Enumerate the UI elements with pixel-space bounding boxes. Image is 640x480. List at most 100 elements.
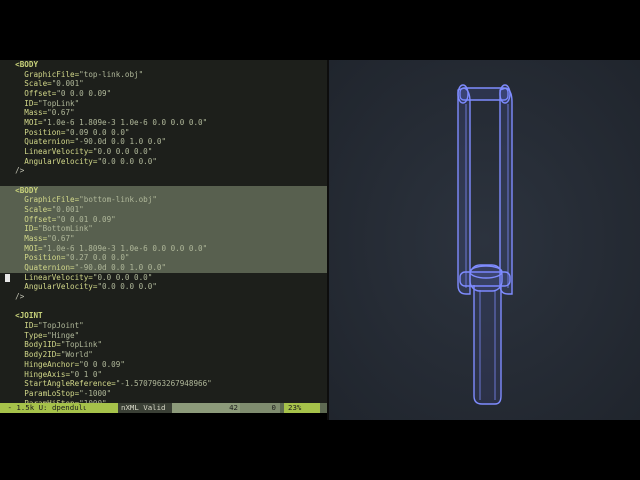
xml-attribute-value: "0.27 0.0 0.0": [65, 253, 130, 263]
code-line[interactable]: Mass="0.67": [0, 234, 327, 244]
code-line[interactable]: Mass="0.67": [0, 108, 327, 118]
xml-attribute-name: Mass=: [24, 234, 48, 244]
xml-attribute-value: "-1.5707963267948966": [115, 379, 212, 389]
major-mode-indicator[interactable]: nXML Valid: [118, 403, 172, 413]
code-line[interactable]: AngularVelocity="0.0 0.0 0.0": [0, 157, 327, 167]
xml-attribute-value: "0.0 0.0 0.0": [92, 147, 153, 157]
xml-tag: <BODY: [15, 185, 39, 195]
xml-attribute-value: "0.67": [47, 234, 75, 244]
xml-attribute-value: "0.0 0.0 0.0": [97, 282, 157, 292]
code-line[interactable]: Body2ID="World": [0, 350, 327, 360]
code-line[interactable]: Position="0.09 0.0 0.0": [0, 128, 327, 138]
column-number: 0: [240, 403, 280, 413]
code-editor[interactable]: <BODY GraphicFile="top-link.obj" Scale="…: [0, 60, 327, 403]
xml-attribute-value: "0.0 0.0 0.0": [92, 272, 153, 282]
xml-attribute-value: "0.001": [51, 79, 84, 89]
xml-tag: <BODY: [15, 60, 39, 69]
xml-attribute-name: Quaternion=: [24, 263, 75, 273]
code-line[interactable]: LinearVelocity="0.0 0.0 0.0": [0, 273, 327, 283]
xml-attribute-value: "TopLink": [38, 98, 80, 108]
code-line[interactable]: ID="TopJoint": [0, 321, 327, 331]
xml-attribute-value: "0.0 0.0 0.0": [97, 156, 157, 166]
code-line[interactable]: Scale="0.001": [0, 205, 327, 215]
code-line[interactable]: Scale="0.001": [0, 79, 327, 89]
code-line[interactable]: <JOINT: [0, 311, 327, 321]
xml-attribute-value: "-1000": [79, 388, 112, 398]
code-line[interactable]: Offset="0 0.01 0.09": [0, 214, 327, 225]
code-line[interactable]: HingeAnchor="0 0 0.09": [0, 360, 327, 370]
code-line[interactable]: Offset="0 0.0 0.09": [0, 89, 327, 99]
xml-close: />: [15, 292, 25, 302]
code-line[interactable]: <BODY: [0, 60, 327, 70]
code-line[interactable]: Position="0.27 0.0 0.0": [0, 253, 327, 264]
xml-attribute-name: Quaternion=: [24, 137, 75, 147]
xml-attribute-name: Offset=: [24, 89, 57, 99]
code-line[interactable]: GraphicFile="top-link.obj": [0, 70, 327, 80]
code-line[interactable]: Type="Hinge": [0, 331, 327, 341]
xml-attribute-value: "TopLink": [60, 340, 103, 350]
code-line[interactable]: ID="TopLink": [0, 99, 327, 109]
xml-attribute-value: "top-link.obj": [79, 69, 144, 79]
xml-attribute-name: Body1ID=: [24, 340, 61, 350]
xml-attribute-name: GraphicFile=: [24, 69, 80, 79]
line-number: 42: [172, 403, 240, 413]
xml-attribute-name: MOI=: [24, 243, 43, 253]
xml-attribute-name: Mass=: [24, 108, 48, 118]
xml-attribute-name: Scale=: [24, 205, 52, 215]
xml-attribute-name: AngularVelocity=: [24, 282, 98, 292]
code-line[interactable]: StartAngleReference="-1.5707963267948966…: [0, 379, 327, 389]
xml-attribute-value: "0.67": [47, 108, 75, 118]
code-line[interactable]: />: [0, 292, 327, 302]
xml-attribute-name: Offset=: [24, 214, 57, 224]
code-line[interactable]: MOI="1.0e-6 1.809e-3 1.0e-6 0.0 0.0 0.0": [0, 118, 327, 128]
code-line[interactable]: [0, 302, 327, 312]
buffer-status: - 1.5k U: dpendulum.xml: [0, 403, 110, 413]
code-line[interactable]: GraphicFile="bottom-link.obj": [0, 195, 327, 206]
xml-attribute-value: "0 0.01 0.09": [56, 214, 116, 224]
minibuffer[interactable]: [0, 413, 327, 420]
xml-attribute-value: "0.09 0.0 0.0": [65, 127, 130, 137]
mode-line: - 1.5k U: dpendulum.xml nXML Valid 42 0 …: [0, 403, 327, 413]
xml-attribute-name: HingeAnchor=: [24, 359, 80, 369]
xml-attribute-value: "BottomLink": [38, 224, 93, 234]
xml-attribute-name: GraphicFile=: [24, 195, 80, 205]
xml-attribute-name: LinearVelocity=: [24, 147, 93, 157]
code-line[interactable]: [0, 176, 327, 186]
xml-attribute-value: "0.001": [51, 205, 84, 215]
code-line[interactable]: ID="BottomLink": [0, 224, 327, 235]
xml-attribute-name: Scale=: [24, 79, 52, 89]
buffer-percent: 23%: [284, 403, 320, 413]
xml-attribute-value: "World": [60, 350, 93, 360]
xml-close: />: [15, 166, 25, 176]
text-cursor: [5, 273, 10, 282]
code-line[interactable]: LinearVelocity="0.0 0.0 0.0": [0, 147, 327, 157]
code-line[interactable]: />: [0, 166, 327, 176]
code-line[interactable]: MOI="1.0e-6 1.809e-3 1.0e-6 0.0 0.0 0.0": [0, 243, 327, 254]
code-line[interactable]: Quaternion="-90.0d 0.0 1.0 0.0": [0, 137, 327, 147]
code-line[interactable]: Body1ID="TopLink": [0, 340, 327, 350]
xml-attribute-value: "0 1 0": [70, 369, 103, 379]
code-line[interactable]: Quaternion="-90.0d 0.0 1.0 0.0": [0, 263, 327, 273]
xml-attribute-name: ID=: [24, 321, 39, 331]
xml-attribute-name: LinearVelocity=: [24, 272, 93, 282]
xml-attribute-value: "0 0.0 0.09": [56, 89, 112, 99]
buffer-status-fill: [86, 403, 118, 413]
xml-attribute-name: Type=: [24, 330, 48, 340]
application-frame: <BODY GraphicFile="top-link.obj" Scale="…: [0, 60, 640, 420]
xml-attribute-name: ID=: [24, 98, 39, 108]
3d-viewport[interactable]: [329, 60, 640, 420]
code-line[interactable]: AngularVelocity="0.0 0.0 0.0": [0, 282, 327, 292]
xml-attribute-value: "1.0e-6 1.809e-3 1.0e-6 0.0 0.0 0.0": [42, 243, 208, 253]
xml-attribute-name: HingeAxis=: [24, 369, 71, 379]
code-line[interactable]: <BODY: [0, 185, 327, 196]
xml-attribute-name: Body2ID=: [24, 350, 61, 360]
code-line[interactable]: ParamLoStop="-1000": [0, 389, 327, 399]
pendulum-wireframe: [329, 60, 640, 420]
xml-attribute-name: Position=: [24, 253, 66, 263]
xml-attribute-name: StartAngleReference=: [24, 379, 116, 389]
xml-attribute-name: MOI=: [24, 118, 43, 128]
xml-attribute-name: Position=: [24, 127, 66, 137]
xml-attribute-value: "Hinge": [47, 330, 80, 340]
code-buffer[interactable]: <BODY GraphicFile="top-link.obj" Scale="…: [0, 60, 327, 403]
code-line[interactable]: HingeAxis="0 1 0": [0, 370, 327, 380]
